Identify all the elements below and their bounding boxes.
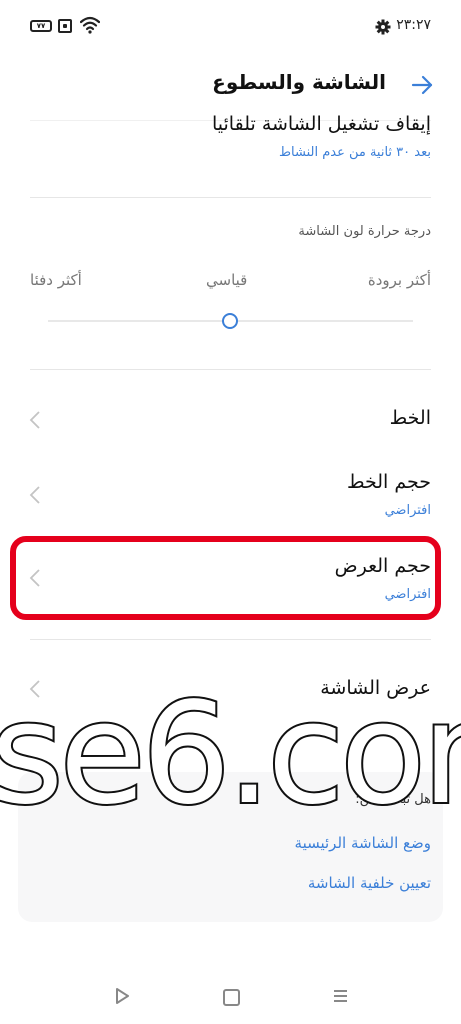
font-title: الخط [389,407,431,429]
watermark: bse6.com [0,671,461,830]
gear-icon [375,19,391,35]
color-temperature-label: درجة حرارة لون الشاشة [298,224,431,239]
nav-home-icon[interactable] [223,989,240,1006]
cooler-label: أكثر برودة [367,271,431,289]
divider [30,197,431,198]
status-bar: ٧٧ ٢٣:٢٧ [0,0,461,56]
nav-back-icon[interactable] [114,988,130,1004]
set-wallpaper-link[interactable]: تعيين خلفية الشاشة [308,874,431,892]
font-size-value: افتراضي [384,503,431,518]
nav-recents-icon[interactable] [333,989,348,1003]
divider [30,369,431,370]
chevron-left-icon [29,411,40,429]
slider-thumb[interactable] [222,313,238,329]
warmer-label: أكثر دفئا [30,271,82,289]
clock: ٢٣:٢٧ [396,17,431,33]
svg-text:bse6.com: bse6.com [0,673,461,830]
nfc-icon [58,19,72,33]
divider [30,639,431,640]
highlight-annotation [10,536,441,620]
font-size-title: حجم الخط [346,471,431,493]
page-title: الشاشة والسطوع [212,70,386,94]
standard-label: قياسي [206,271,248,289]
battery-icon: ٧٧ [30,20,52,32]
home-screen-mode-link[interactable]: وضع الشاشة الرئيسية [295,834,431,852]
auto-screen-off-title: إيقاف تشغيل الشاشة تلقائيا [211,113,431,135]
back-arrow-icon[interactable] [411,74,433,96]
auto-screen-off-value: بعد ٣٠ ثانية من عدم النشاط [278,145,431,160]
wifi-icon [80,16,100,34]
chevron-left-icon [29,486,40,504]
